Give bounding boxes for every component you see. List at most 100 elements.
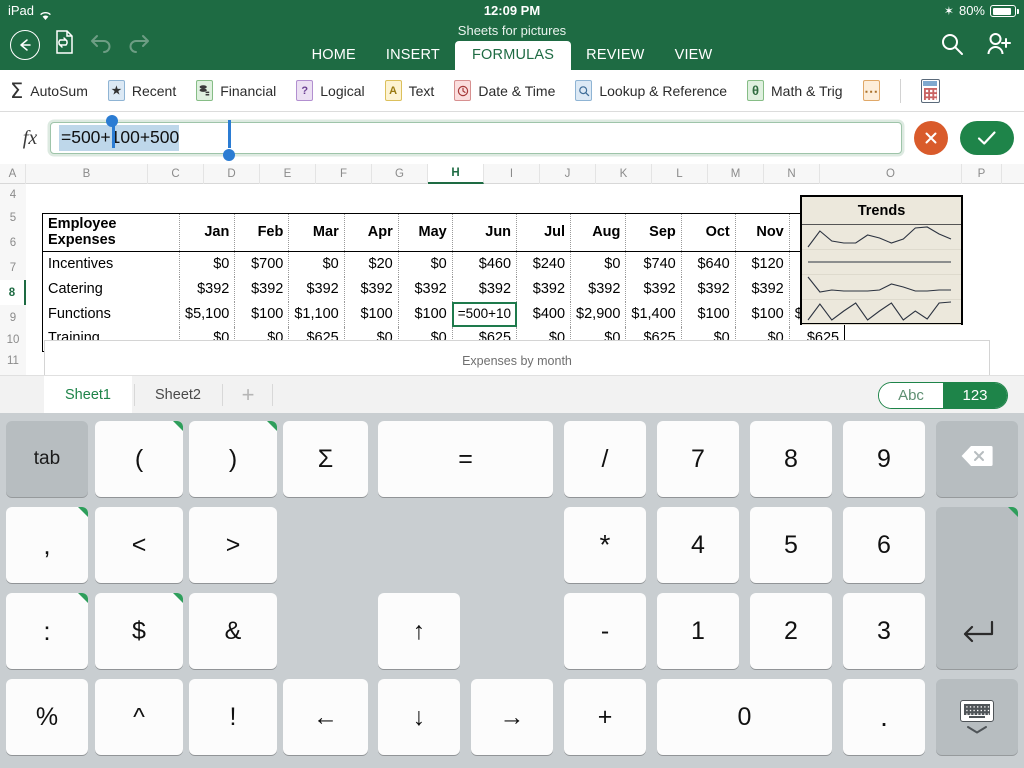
selection-handle-start[interactable] — [106, 115, 118, 127]
key-caret[interactable]: ^ — [95, 679, 183, 755]
key-greater[interactable]: > — [189, 507, 277, 583]
tab-formulas[interactable]: FORMULAS — [455, 41, 571, 70]
key-percent[interactable]: % — [6, 679, 88, 755]
key-arrow-left[interactable]: ← — [283, 679, 368, 755]
ribbon-financial[interactable]: Financial — [186, 70, 286, 112]
row-header-6[interactable]: 6 — [0, 230, 26, 255]
cell[interactable]: $392 — [735, 277, 789, 302]
cell[interactable]: $0 — [180, 252, 235, 277]
key-comma[interactable]: , — [6, 507, 88, 583]
cell[interactable]: $392 — [180, 277, 235, 302]
active-cell[interactable]: =500+10 — [452, 302, 516, 327]
column-header-o[interactable]: O — [820, 164, 962, 184]
row-header-5[interactable]: 5 — [0, 205, 26, 230]
toggle-123[interactable]: 123 — [943, 383, 1007, 408]
key-less[interactable]: < — [95, 507, 183, 583]
cell[interactable]: $392 — [681, 277, 735, 302]
confirm-check-icon[interactable] — [960, 121, 1014, 155]
row-header-10[interactable]: 10 — [0, 330, 26, 350]
key-3[interactable]: 3 — [843, 593, 925, 669]
column-header-j[interactable]: J — [540, 164, 596, 184]
formula-input[interactable]: =500+100+500 — [50, 122, 902, 154]
cell[interactable]: $100 — [735, 302, 789, 327]
column-header-l[interactable]: L — [652, 164, 708, 184]
row-header-9[interactable]: 9 — [0, 305, 26, 330]
key-dollar[interactable]: $ — [95, 593, 183, 669]
key-6[interactable]: 6 — [843, 507, 925, 583]
cell[interactable]: $392 — [289, 277, 344, 302]
key-exclamation[interactable]: ! — [189, 679, 277, 755]
column-header-e[interactable]: E — [260, 164, 316, 184]
ribbon-autosum[interactable]: Σ AutoSum — [0, 70, 98, 112]
row-header-4[interactable]: 4 — [0, 184, 26, 205]
cell[interactable]: $0 — [289, 252, 344, 277]
cell[interactable]: $100 — [235, 302, 289, 327]
key-9[interactable]: 9 — [843, 421, 925, 497]
key-plus[interactable]: + — [564, 679, 646, 755]
cell[interactable]: $392 — [344, 277, 398, 302]
cell[interactable]: $392 — [626, 277, 681, 302]
cell[interactable]: $460 — [452, 252, 516, 277]
column-header-p[interactable]: P — [962, 164, 1002, 184]
ribbon-mathtrig[interactable]: θ Math & Trig — [737, 70, 853, 112]
key-8[interactable]: 8 — [750, 421, 832, 497]
column-header-f[interactable]: F — [316, 164, 372, 184]
cell[interactable]: $20 — [344, 252, 398, 277]
key-4[interactable]: 4 — [657, 507, 739, 583]
key-1[interactable]: 1 — [657, 593, 739, 669]
cell[interactable]: $5,100 — [180, 302, 235, 327]
tab-home[interactable]: HOME — [297, 41, 371, 70]
selection-handle-end[interactable] — [223, 149, 235, 161]
key-minus[interactable]: - — [564, 593, 646, 669]
column-header-k[interactable]: K — [596, 164, 652, 184]
key-0[interactable]: 0 — [657, 679, 832, 755]
cell[interactable]: $240 — [517, 252, 571, 277]
ribbon-lookup[interactable]: Lookup & Reference — [565, 70, 737, 112]
ribbon-datetime[interactable]: Date & Time — [444, 70, 565, 112]
key-rparen[interactable]: ) — [189, 421, 277, 497]
ribbon-logical[interactable]: ? Logical — [286, 70, 374, 112]
cell[interactable]: $120 — [735, 252, 789, 277]
toggle-abc[interactable]: Abc — [879, 383, 943, 408]
cell[interactable]: $392 — [517, 277, 571, 302]
add-person-icon[interactable] — [986, 32, 1012, 61]
key-ampersand[interactable]: & — [189, 593, 277, 669]
column-header-i[interactable]: I — [484, 164, 540, 184]
key-arrow-down[interactable]: ↓ — [378, 679, 460, 755]
column-header-c[interactable]: C — [148, 164, 204, 184]
key-2[interactable]: 2 — [750, 593, 832, 669]
cell[interactable]: $400 — [517, 302, 571, 327]
key-return[interactable] — [936, 507, 1018, 669]
key-backspace[interactable] — [936, 421, 1018, 497]
key-period[interactable]: . — [843, 679, 925, 755]
row-header-7[interactable]: 7 — [0, 255, 26, 280]
tab-view[interactable]: VIEW — [660, 41, 728, 70]
key-tab[interactable]: tab — [6, 421, 88, 497]
key-lparen[interactable]: ( — [95, 421, 183, 497]
table-row[interactable]: Catering $392 $392 $392 $392 $392 $392 $… — [43, 277, 845, 302]
cell[interactable]: $392 — [235, 277, 289, 302]
column-header-n[interactable]: N — [764, 164, 820, 184]
key-sigma[interactable]: Σ — [283, 421, 368, 497]
cell[interactable]: $392 — [452, 277, 516, 302]
keyboard-mode-toggle[interactable]: Abc 123 — [878, 382, 1008, 409]
column-header-g[interactable]: G — [372, 164, 428, 184]
search-icon[interactable] — [940, 32, 964, 61]
column-header-d[interactable]: D — [204, 164, 260, 184]
cell[interactable]: $2,900 — [571, 302, 626, 327]
cell[interactable]: $1,100 — [289, 302, 344, 327]
sheet-tab-sheet2[interactable]: Sheet2 — [136, 376, 220, 414]
cell[interactable]: $1,400 — [626, 302, 681, 327]
cell[interactable]: $392 — [398, 277, 452, 302]
cancel-x-icon[interactable] — [914, 121, 948, 155]
tab-insert[interactable]: INSERT — [371, 41, 455, 70]
row-header-11[interactable]: 11 — [0, 350, 26, 372]
cell[interactable]: $640 — [681, 252, 735, 277]
tab-review[interactable]: REVIEW — [571, 41, 659, 70]
cell[interactable]: $0 — [571, 252, 626, 277]
add-sheet-button[interactable]: + — [226, 376, 270, 414]
key-equals[interactable]: = — [378, 421, 553, 497]
ribbon-text[interactable]: A Text — [375, 70, 445, 112]
cell[interactable]: $0 — [398, 252, 452, 277]
column-header-a[interactable]: A — [0, 164, 26, 184]
